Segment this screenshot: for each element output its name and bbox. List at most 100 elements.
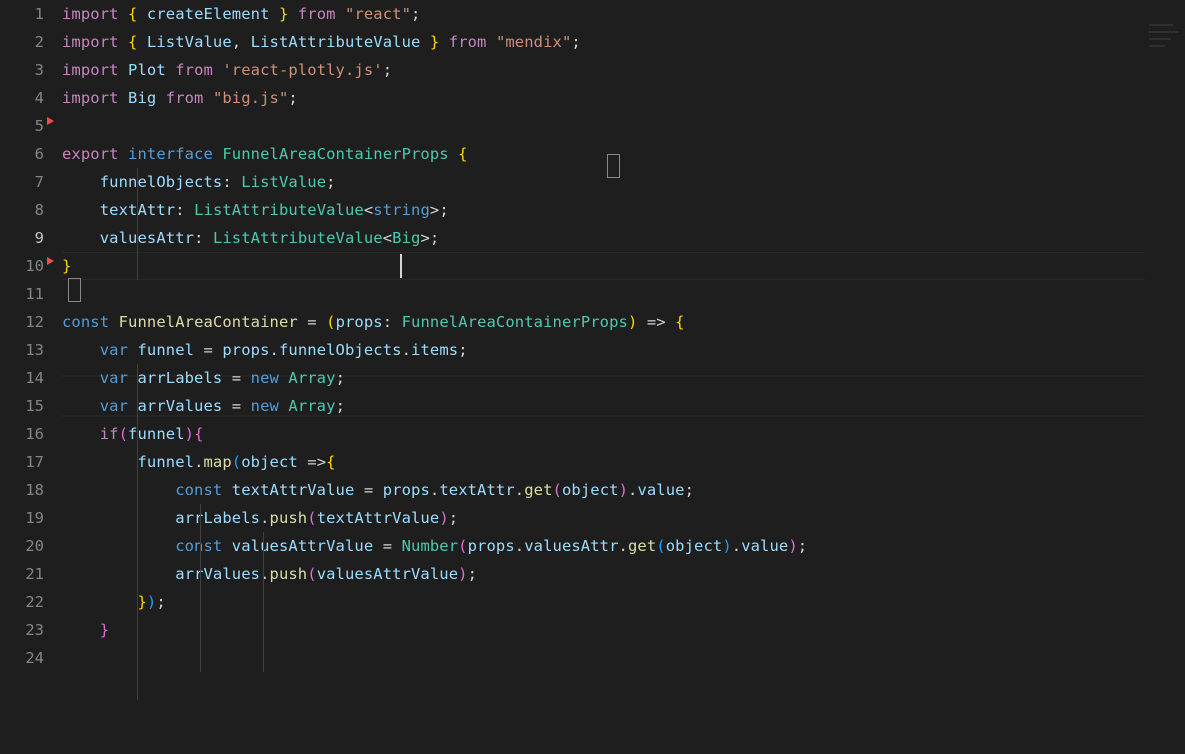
code-line-active[interactable]: valuesAttr: ListAttributeValue<Big>;	[62, 224, 439, 252]
code-token: value	[637, 481, 685, 499]
code-token: object	[241, 453, 298, 471]
line-number[interactable]: 19	[0, 504, 44, 532]
code-token: Big	[128, 89, 157, 107]
code-token: =>	[297, 453, 327, 471]
code-token: get	[627, 537, 657, 555]
code-line[interactable]: export interface FunnelAreaContainerProp…	[62, 140, 468, 168]
line-number-active[interactable]: 9	[0, 224, 44, 252]
code-token: ;	[571, 33, 581, 51]
change-marker-icon[interactable]	[47, 117, 54, 125]
code-line[interactable]: const valuesAttrValue = Number(props.val…	[62, 532, 807, 560]
code-token: funnel	[137, 453, 195, 471]
line-number[interactable]: 1	[0, 0, 44, 28]
line-number[interactable]: 10	[0, 252, 44, 280]
minimap[interactable]	[1145, 0, 1185, 754]
line-number[interactable]: 3	[0, 56, 44, 84]
code-token: <	[382, 229, 393, 247]
code-token: =	[354, 481, 383, 499]
code-token: "mendix"	[495, 33, 572, 51]
code-line[interactable]: import Big from "big.js";	[62, 84, 298, 112]
code-token: :	[194, 229, 213, 247]
line-number[interactable]: 15	[0, 392, 44, 420]
code-editor[interactable]: 1 2 3 4 5 6 7 8 9 10 11 12 13 14 15 16 1…	[0, 0, 1185, 754]
code-token: get	[524, 481, 553, 499]
code-line[interactable]: const textAttrValue = props.textAttr.get…	[62, 476, 694, 504]
indent-guide-interface-body	[137, 168, 138, 280]
code-token: push	[269, 565, 308, 583]
code-token: <	[363, 201, 374, 219]
code-line[interactable]: var arrLabels = new Array;	[62, 364, 345, 392]
code-token: FunnelAreaContainerProps	[401, 313, 628, 331]
line-number[interactable]: 22	[0, 588, 44, 616]
code-token: )	[184, 425, 195, 443]
code-token: (	[307, 565, 317, 583]
line-number[interactable]: 4	[0, 84, 44, 112]
line-number[interactable]: 21	[0, 560, 44, 588]
line-number[interactable]: 13	[0, 336, 44, 364]
line-number[interactable]: 14	[0, 364, 44, 392]
code-line[interactable]: import { ListValue, ListAttributeValue }…	[62, 28, 581, 56]
line-number[interactable]: 11	[0, 280, 44, 308]
code-token: .	[514, 537, 525, 555]
line-number[interactable]: 24	[0, 644, 44, 672]
code-line[interactable]: import Plot from 'react-plotly.js';	[62, 56, 392, 84]
line-number[interactable]: 7	[0, 168, 44, 196]
editor-gutter[interactable]: 1 2 3 4 5 6 7 8 9 10 11 12 13 14 15 16 1…	[0, 0, 62, 754]
code-line[interactable]: }	[62, 616, 109, 644]
code-token: arrLabels	[175, 509, 261, 527]
code-line[interactable]: arrLabels.push(textAttrValue);	[62, 504, 458, 532]
code-line[interactable]: funnelObjects: ListValue;	[62, 168, 336, 196]
line-number[interactable]: 5	[0, 112, 44, 140]
code-line[interactable]: funnel.map(object =>{	[62, 448, 336, 476]
code-line[interactable]: if(funnel){	[62, 420, 204, 448]
code-token: .	[269, 341, 279, 359]
code-content[interactable]: import { createElement } from "react"; i…	[62, 0, 1185, 754]
code-token: var	[99, 397, 129, 415]
line-number[interactable]: 17	[0, 448, 44, 476]
code-token: (	[552, 481, 562, 499]
code-line[interactable]: });	[62, 588, 166, 616]
line-number[interactable]: 8	[0, 196, 44, 224]
code-token: =	[222, 397, 251, 415]
line-number[interactable]: 12	[0, 308, 44, 336]
code-token: :	[382, 313, 402, 331]
code-line[interactable]: textAttr: ListAttributeValue<string>;	[62, 196, 449, 224]
code-token: ListAttributeValue	[212, 229, 383, 247]
code-token: import	[62, 89, 119, 107]
code-token: (	[656, 537, 666, 555]
line-number[interactable]: 16	[0, 420, 44, 448]
code-token: {	[194, 425, 204, 443]
code-token: ;	[156, 593, 166, 611]
line-number[interactable]: 2	[0, 28, 44, 56]
code-line[interactable]: const FunnelAreaContainer = (props: Funn…	[62, 308, 685, 336]
line-number[interactable]: 20	[0, 532, 44, 560]
code-token: ;	[326, 173, 336, 191]
code-line[interactable]: import { createElement } from "react";	[62, 0, 420, 28]
change-marker-icon[interactable]	[47, 257, 54, 265]
line-number[interactable]: 18	[0, 476, 44, 504]
code-token: import	[62, 5, 119, 23]
code-token: props	[467, 537, 515, 555]
code-line[interactable]: }	[62, 252, 71, 280]
code-line[interactable]: arrValues.push(valuesAttrValue);	[62, 560, 477, 588]
code-token: var	[99, 341, 129, 359]
indent-guide-function-body	[137, 364, 138, 700]
code-token: .	[731, 537, 742, 555]
code-token: funnel	[137, 341, 195, 359]
code-line[interactable]: var funnel = props.funnelObjects.items;	[62, 336, 468, 364]
line-number[interactable]: 6	[0, 140, 44, 168]
code-token: FunnelAreaContainerProps	[222, 145, 449, 163]
line-number[interactable]: 23	[0, 616, 44, 644]
code-token: props	[382, 481, 430, 499]
code-token: Plot	[128, 61, 166, 79]
